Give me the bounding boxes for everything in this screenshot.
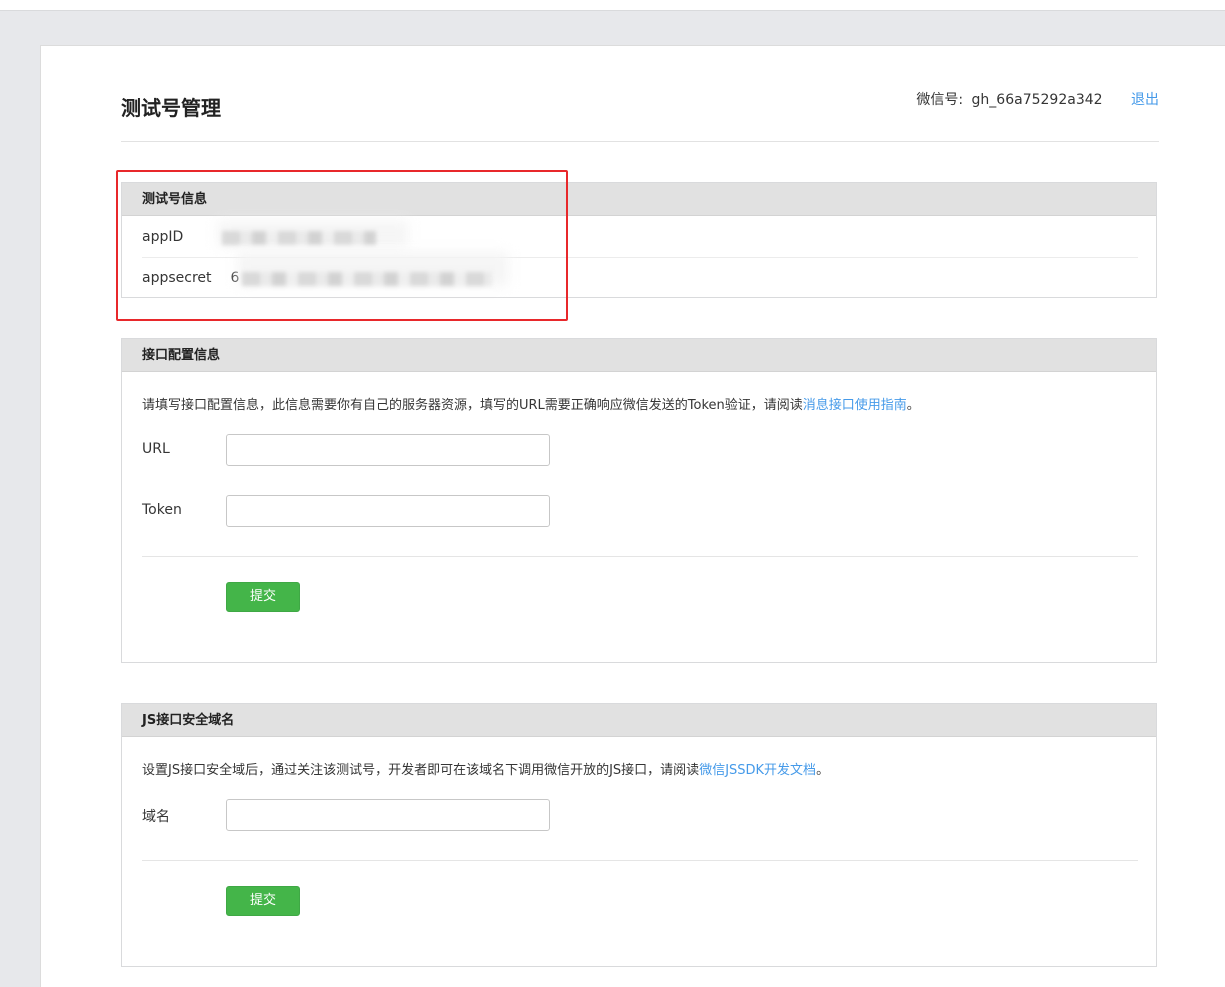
js-domain-panel-title: JS接口安全域名 — [122, 704, 1156, 737]
js-domain-submit-button[interactable]: 提交 — [226, 886, 300, 916]
token-input[interactable] — [226, 495, 550, 527]
page-header: 测试号管理 微信号: gh_66a75292a342 退出 — [121, 46, 1159, 142]
interface-config-divider — [142, 556, 1138, 557]
test-account-panel: 测试号信息 appID appsecret 6 — [121, 182, 1157, 298]
page-title: 测试号管理 — [121, 96, 221, 120]
interface-config-panel: 接口配置信息 请填写接口配置信息，此信息需要你有自己的服务器资源，填写的URL需… — [121, 338, 1157, 663]
token-label: Token — [142, 502, 182, 518]
main-page: 测试号管理 微信号: gh_66a75292a342 退出 测试号信息 appI… — [40, 45, 1225, 987]
account-info: 微信号: gh_66a75292a342 退出 — [916, 89, 1159, 109]
appsecret-row: appsecret 6 — [142, 252, 1138, 298]
appid-redacted-value — [222, 231, 376, 245]
test-account-panel-title: 测试号信息 — [122, 183, 1156, 216]
jssdk-doc-link[interactable]: 微信JSSDK开发文档 — [699, 763, 816, 778]
domain-input[interactable] — [226, 799, 550, 831]
interface-config-desc-text: 请填写接口配置信息，此信息需要你有自己的服务器资源，填写的URL需要正确响应微信… — [142, 398, 803, 413]
url-input[interactable] — [226, 434, 550, 466]
js-domain-desc-end: 。 — [816, 763, 830, 778]
message-api-guide-link[interactable]: 消息接口使用指南 — [803, 398, 907, 413]
js-domain-divider — [142, 860, 1138, 861]
interface-config-desc-end: 。 — [906, 398, 920, 413]
js-domain-description: 设置JS接口安全域后，通过关注该测试号，开发者即可在该域名下调用微信开放的JS接… — [142, 759, 829, 778]
interface-config-submit-button[interactable]: 提交 — [226, 582, 300, 612]
appsecret-redacted-value — [242, 272, 492, 286]
top-bar — [0, 0, 1225, 11]
wechat-id-label: 微信号: — [916, 92, 964, 108]
js-domain-desc-text: 设置JS接口安全域后，通过关注该测试号，开发者即可在该域名下调用微信开放的JS接… — [142, 763, 700, 778]
interface-config-description: 请填写接口配置信息，此信息需要你有自己的服务器资源，填写的URL需要正确响应微信… — [142, 394, 920, 413]
appid-label: appID — [142, 229, 184, 245]
logout-link[interactable]: 退出 — [1131, 92, 1159, 108]
domain-label: 域名 — [142, 809, 170, 825]
appsecret-label: appsecret — [142, 270, 212, 286]
url-label: URL — [142, 441, 170, 457]
js-domain-panel: JS接口安全域名 设置JS接口安全域后，通过关注该测试号，开发者即可在该域名下调… — [121, 703, 1157, 967]
interface-config-panel-title: 接口配置信息 — [122, 339, 1156, 372]
wechat-id-value: gh_66a75292a342 — [971, 92, 1103, 108]
